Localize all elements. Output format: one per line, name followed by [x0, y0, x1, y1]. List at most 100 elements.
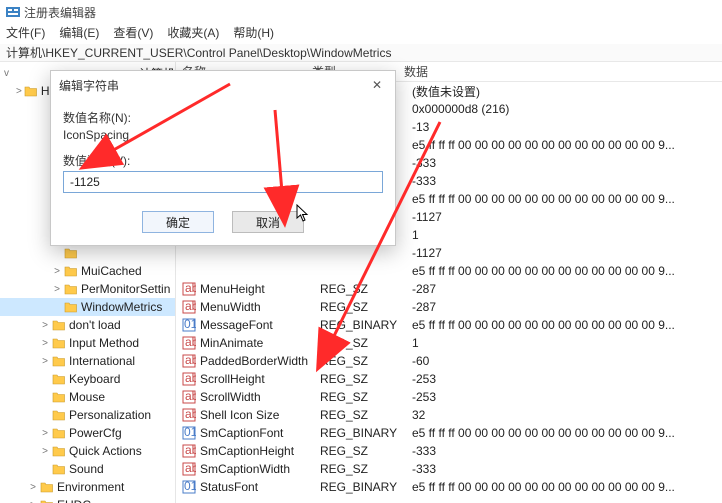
list-row[interactable]: PaddedBorderWidth REG_SZ -60 — [176, 352, 722, 370]
chevron-icon[interactable]: > — [40, 338, 50, 349]
value-name: SmCaptionFont — [200, 426, 320, 440]
value-type: REG_SZ — [320, 300, 412, 314]
tree-item-label: Input Method — [69, 336, 139, 350]
string-value-icon — [182, 390, 196, 404]
value-data-input[interactable] — [63, 171, 383, 193]
value-data: e5 ff ff ff 00 00 00 00 00 00 00 00 00 0… — [412, 318, 722, 332]
list-row[interactable]: Shell Icon Size REG_SZ 32 — [176, 406, 722, 424]
chevron-icon[interactable] — [52, 248, 62, 259]
value-data: 1 — [412, 336, 722, 350]
tree-item[interactable]: > MuiCached — [0, 262, 175, 280]
chevron-icon[interactable] — [52, 302, 62, 313]
tree-item[interactable]: > PowerCfg — [0, 424, 175, 442]
tree-item-label: Keyboard — [69, 372, 120, 386]
tree-item[interactable]: Mouse — [0, 388, 175, 406]
chevron-icon[interactable]: > — [16, 86, 22, 97]
chevron-icon[interactable]: > — [52, 266, 62, 277]
list-row[interactable]: MenuWidth REG_SZ -287 — [176, 298, 722, 316]
value-data: -333 — [412, 156, 722, 170]
value-type: REG_SZ — [320, 336, 412, 350]
value-data: e5 ff ff ff 00 00 00 00 00 00 00 00 00 0… — [412, 264, 722, 278]
menu-file[interactable]: 文件(F) — [6, 24, 45, 44]
chevron-icon[interactable] — [40, 374, 50, 385]
col-header-data[interactable]: 数据 — [398, 63, 722, 80]
value-name: Shell Icon Size — [200, 408, 320, 422]
chevron-icon[interactable]: > — [40, 356, 50, 367]
value-type: REG_BINARY — [320, 480, 412, 494]
tree-item[interactable]: > PerMonitorSettin — [0, 280, 175, 298]
tree-item[interactable]: > EUDC — [0, 496, 175, 503]
tree-item-label: International — [69, 354, 135, 368]
value-data: e5 ff ff ff 00 00 00 00 00 00 00 00 00 0… — [412, 480, 722, 494]
value-type: REG_SZ — [320, 354, 412, 368]
list-row[interactable]: MessageFont REG_BINARY e5 ff ff ff 00 00… — [176, 316, 722, 334]
value-name: SmCaptionHeight — [200, 444, 320, 458]
chevron-icon[interactable]: > — [40, 446, 50, 457]
list-row[interactable]: -1127 — [176, 244, 722, 262]
tree-item[interactable]: > Environment — [0, 478, 175, 496]
list-row[interactable]: MinAnimate REG_SZ 1 — [176, 334, 722, 352]
binary-value-icon — [182, 318, 196, 332]
value-name: MenuWidth — [200, 300, 320, 314]
tree-item-label: Quick Actions — [69, 444, 142, 458]
list-row[interactable]: StatusFont REG_BINARY e5 ff ff ff 00 00 … — [176, 478, 722, 496]
list-row[interactable]: SmCaptionWidth REG_SZ -333 — [176, 460, 722, 478]
tree-item[interactable]: Personalization — [0, 406, 175, 424]
value-data: -60 — [412, 354, 722, 368]
app-icon — [6, 5, 20, 19]
value-data: -287 — [412, 300, 722, 314]
value-type: REG_SZ — [320, 462, 412, 476]
string-value-icon — [182, 354, 196, 368]
string-value-icon — [182, 336, 196, 350]
chevron-icon[interactable]: > — [40, 428, 50, 439]
tree-item[interactable]: WindowMetrics — [0, 298, 175, 316]
menu-edit[interactable]: 编辑(E) — [59, 24, 99, 44]
value-type: REG_BINARY — [320, 318, 412, 332]
binary-value-icon — [182, 426, 196, 440]
value-type: REG_SZ — [320, 372, 412, 386]
value-data: e5 ff ff ff 00 00 00 00 00 00 00 00 00 0… — [412, 192, 722, 206]
value-data: -333 — [412, 444, 722, 458]
chevron-icon[interactable] — [40, 410, 50, 421]
chevron-icon[interactable]: > — [28, 500, 38, 503]
tree-item-label: PerMonitorSettin — [81, 282, 170, 296]
value-type: REG_SZ — [320, 444, 412, 458]
tree-item[interactable] — [0, 244, 175, 262]
menubar: 文件(F) 编辑(E) 查看(V) 收藏夹(A) 帮助(H) — [0, 24, 722, 44]
tree-item[interactable]: > Input Method — [0, 334, 175, 352]
menu-view[interactable]: 查看(V) — [113, 24, 153, 44]
tree-item-label: WindowMetrics — [81, 300, 162, 314]
ok-button[interactable]: 确定 — [142, 211, 214, 233]
address-bar[interactable]: 计算机\HKEY_CURRENT_USER\Control Panel\Desk… — [0, 44, 722, 62]
cancel-button[interactable]: 取消 — [232, 211, 304, 233]
value-name-display: IconSpacing — [63, 126, 383, 148]
chevron-icon[interactable]: > — [40, 320, 50, 331]
value-name: SmCaptionWidth — [200, 462, 320, 476]
value-data: 0x000000d8 (216) — [412, 102, 722, 116]
value-data-label: 数值数据(V): — [63, 152, 383, 169]
menu-favorites[interactable]: 收藏夹(A) — [167, 24, 219, 44]
list-row[interactable]: SmCaptionFont REG_BINARY e5 ff ff ff 00 … — [176, 424, 722, 442]
tree-item-label: Personalization — [69, 408, 151, 422]
string-value-icon — [182, 282, 196, 296]
value-data: e5 ff ff ff 00 00 00 00 00 00 00 00 00 0… — [412, 426, 722, 440]
chevron-icon[interactable] — [40, 464, 50, 475]
list-row[interactable]: ScrollWidth REG_SZ -253 — [176, 388, 722, 406]
chevron-icon[interactable]: > — [52, 284, 62, 295]
chevron-icon[interactable] — [40, 392, 50, 403]
tree-item[interactable]: Sound — [0, 460, 175, 478]
value-name: ScrollHeight — [200, 372, 320, 386]
close-icon[interactable]: ✕ — [367, 78, 387, 92]
chevron-icon[interactable]: > — [28, 482, 38, 493]
tree-item[interactable]: > Quick Actions — [0, 442, 175, 460]
list-row[interactable]: e5 ff ff ff 00 00 00 00 00 00 00 00 00 0… — [176, 262, 722, 280]
tree-item[interactable]: > International — [0, 352, 175, 370]
tree-item[interactable]: Keyboard — [0, 370, 175, 388]
tree-item[interactable]: > don't load — [0, 316, 175, 334]
value-data: (数值未设置) — [412, 83, 722, 100]
list-row[interactable]: ScrollHeight REG_SZ -253 — [176, 370, 722, 388]
menu-help[interactable]: 帮助(H) — [233, 24, 274, 44]
list-row[interactable]: SmCaptionHeight REG_SZ -333 — [176, 442, 722, 460]
dialog-titlebar: 编辑字符串 ✕ — [51, 71, 395, 99]
list-row[interactable]: MenuHeight REG_SZ -287 — [176, 280, 722, 298]
